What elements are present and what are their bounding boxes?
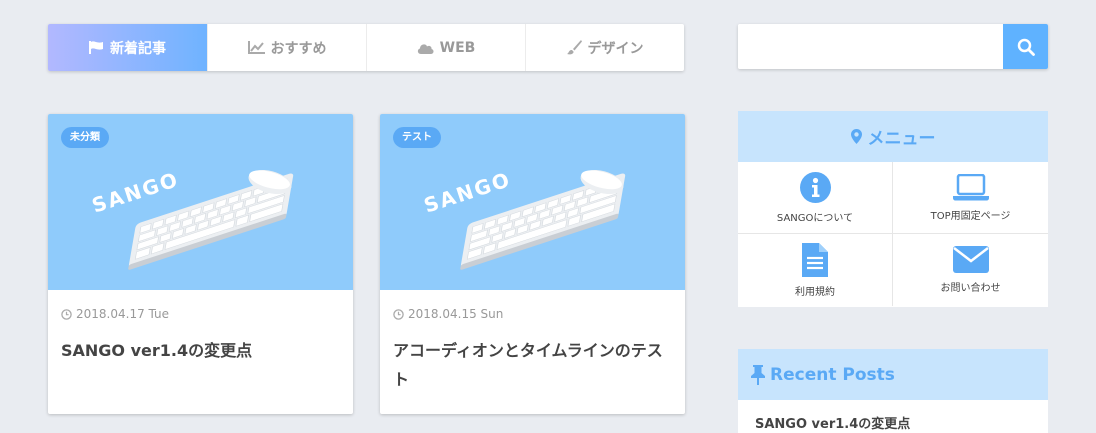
widget-title: Recent Posts: [738, 349, 1048, 400]
tab-label: おすすめ: [270, 40, 327, 57]
post-date: 2018.04.17 Tue: [61, 307, 169, 321]
envelope-icon: [952, 246, 989, 273]
menu-item-about[interactable]: SANGOについて: [738, 162, 893, 234]
search-input[interactable]: [738, 24, 1003, 69]
recent-post-link[interactable]: SANGO ver1.4の変更点: [738, 400, 1048, 432]
category-tabs: 新着記事 おすすめ WEB デザイン: [48, 24, 684, 71]
date-text: 2018.04.17 Tue: [76, 307, 170, 321]
tab-web[interactable]: WEB: [366, 24, 525, 71]
logo-text: SANGO: [89, 167, 182, 218]
tab-design[interactable]: デザイン: [525, 24, 684, 71]
flag-icon: [89, 41, 103, 54]
map-marker-icon: [850, 129, 862, 144]
tab-label: デザイン: [587, 40, 644, 57]
article-title[interactable]: SANGO ver1.4の変更点: [61, 336, 341, 365]
category-badge[interactable]: テスト: [393, 127, 441, 148]
document-icon: [802, 242, 828, 277]
article-thumbnail[interactable]: SANGO 未分類: [48, 114, 353, 290]
search-box: [738, 24, 1048, 69]
date-text: 2018.04.15 Sun: [408, 307, 504, 321]
menu-item-label: お問い合わせ: [940, 283, 1001, 294]
menu-item-label: TOP用固定ページ: [930, 210, 1011, 222]
post-date: 2018.04.15 Sun: [393, 307, 503, 321]
search-button[interactable]: [1003, 24, 1048, 69]
widget-title-text: Recent Posts: [770, 364, 895, 385]
menu-item-terms[interactable]: 利用規約: [738, 234, 893, 306]
chart-line-icon: [247, 41, 265, 54]
brush-icon: [566, 40, 582, 55]
article-card[interactable]: SANGO テスト 2018.04.15 Sun アコーディオンとタイムラインの…: [380, 114, 685, 414]
menu-item-label: 利用規約: [795, 286, 835, 298]
article-title[interactable]: アコーディオンとタイムラインのテスト: [393, 336, 673, 394]
tab-label: 新着記事: [110, 40, 166, 57]
article-card[interactable]: SANGO 未分類 2018.04.17 Tue SANGO ver1.4の変更…: [48, 114, 353, 414]
menu-widget: メニュー SANGOについて TOP用固定ページ 利用規約 お問い合わせ: [738, 111, 1048, 307]
tab-new-posts[interactable]: 新着記事: [48, 24, 207, 71]
pin-icon: [751, 364, 765, 385]
tab-label: WEB: [439, 39, 476, 56]
menu-item-top-page[interactable]: TOP用固定ページ: [893, 162, 1048, 234]
search-icon: [1017, 38, 1035, 56]
widget-title-text: メニュー: [867, 129, 936, 149]
info-circle-icon: [799, 171, 831, 203]
tab-recommended[interactable]: おすすめ: [207, 24, 366, 71]
menu-item-label: SANGOについて: [776, 212, 854, 224]
category-badge[interactable]: 未分類: [61, 127, 109, 148]
clock-icon: [393, 308, 404, 320]
recent-posts-widget: Recent Posts SANGO ver1.4の変更点: [738, 349, 1048, 433]
widget-title: メニュー: [738, 111, 1048, 162]
article-thumbnail[interactable]: SANGO テスト: [380, 114, 685, 290]
cloud-icon: [417, 43, 434, 54]
laptop-icon: [952, 173, 989, 200]
menu-grid: SANGOについて TOP用固定ページ 利用規約 お問い合わせ: [738, 162, 1048, 306]
logo-text: SANGO: [421, 167, 514, 218]
menu-item-contact[interactable]: お問い合わせ: [893, 234, 1048, 306]
clock-icon: [61, 308, 72, 320]
